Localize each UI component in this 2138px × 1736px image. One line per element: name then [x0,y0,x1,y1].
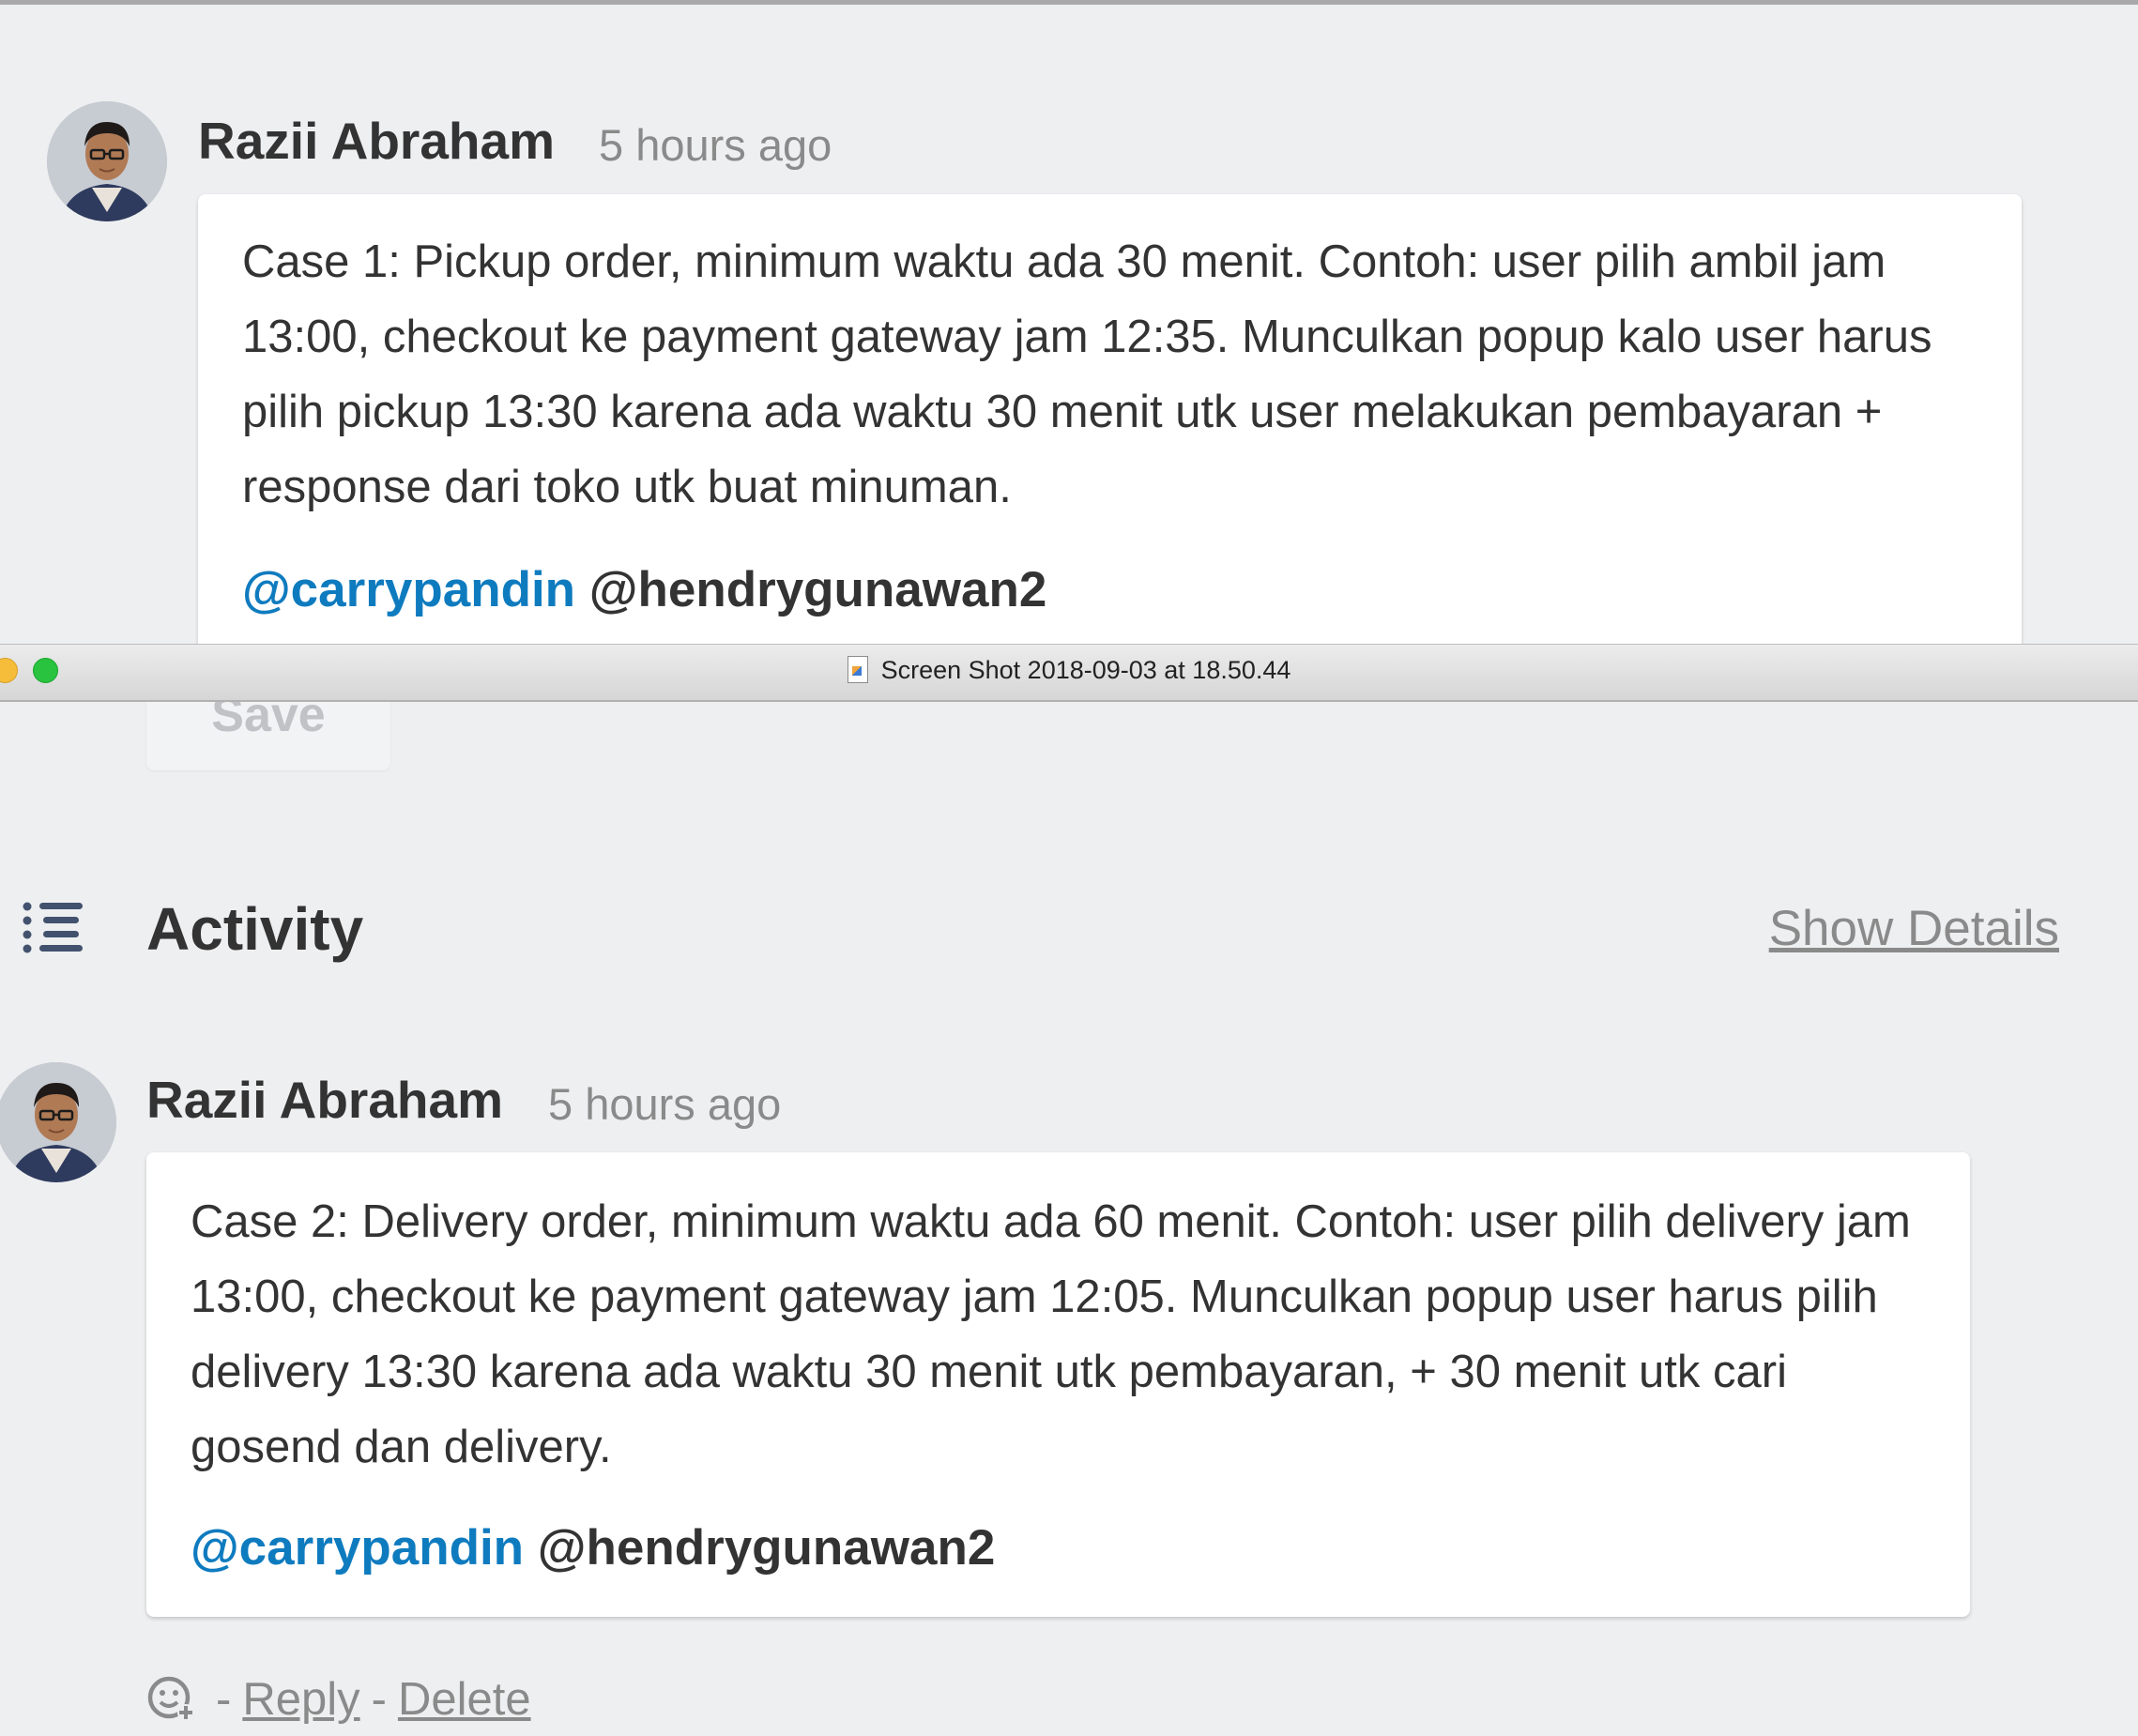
window-titlebar[interactable]: Screen Shot 2018-09-03 at 18.50.44 [0,644,2138,702]
avatar[interactable] [47,101,167,221]
avatar[interactable] [0,1062,116,1182]
activity-heading: Activity [146,895,364,963]
separator: - [371,1674,387,1725]
mention-text: @hendrygunawan2 [588,562,1047,617]
comment-body: Case 2: Delivery order, minimum waktu ad… [191,1196,1911,1472]
delete-link[interactable]: Delete [398,1674,531,1725]
list-icon [23,902,83,953]
window-title: Screen Shot 2018-09-03 at 18.50.44 [0,656,2138,685]
page: Razii Abraham 5 hours ago Case 1: Pickup… [0,0,2138,1736]
comment-author[interactable]: Razii Abraham [146,1074,503,1126]
mention-link[interactable]: @carrypandin [191,1520,524,1576]
mention-link[interactable]: @carrypandin [242,562,575,617]
trello-card-activity: Save Activity Show Details Razii Abraham… [0,702,2138,1736]
comment-mentions: @carrypandin @hendrygunawan2 [242,565,1046,615]
top-screenshot-fragment: Razii Abraham 5 hours ago Case 1: Pickup… [0,0,2138,644]
reply-link[interactable]: Reply [242,1674,359,1725]
show-details-link[interactable]: Show Details [1769,904,2059,953]
save-button-label: Save [211,702,326,742]
comment-card: Case 1: Pickup order, minimum waktu ada … [198,194,2022,644]
mention-text: @hendrygunawan2 [537,1520,996,1576]
document-icon [847,656,868,683]
comment-actions: - Reply - Delete [146,1673,531,1729]
comment-mentions: @carrypandin @hendrygunawan2 [191,1523,995,1573]
comment-timestamp: 5 hours ago [548,1079,782,1129]
comment-body: Case 1: Pickup order, minimum waktu ada … [242,236,1932,512]
comment-timestamp: 5 hours ago [599,120,832,170]
add-emoji-icon[interactable] [146,1673,195,1722]
avatar-photo-icon [0,1062,116,1182]
comment-author[interactable]: Razii Abraham [198,115,555,167]
save-button[interactable]: Save [146,702,390,770]
window-title-text: Screen Shot 2018-09-03 at 18.50.44 [880,656,1291,684]
avatar-photo-icon [47,101,167,221]
comment-card: Case 2: Delivery order, minimum waktu ad… [146,1152,1970,1617]
separator: - [216,1674,232,1725]
